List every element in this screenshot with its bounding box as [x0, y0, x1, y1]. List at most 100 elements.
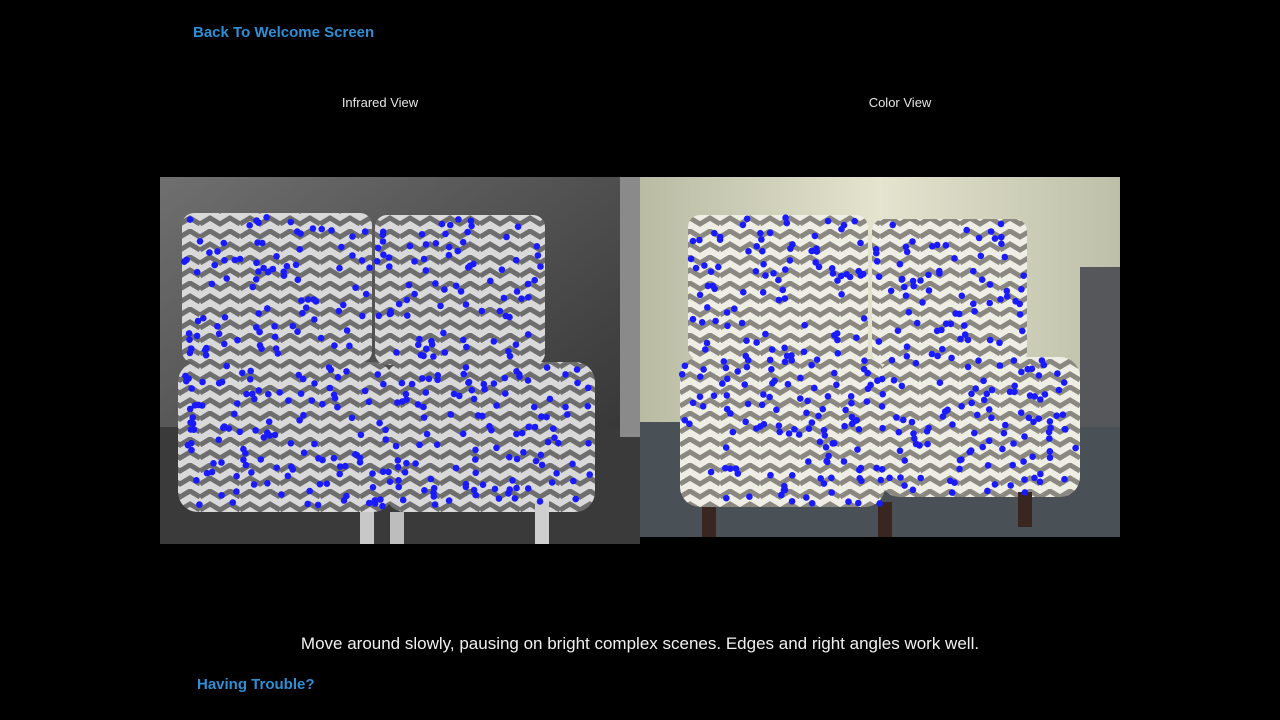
back-to-welcome-link[interactable]: Back To Welcome Screen [193, 24, 374, 41]
feature-point [586, 471, 593, 478]
feature-point [979, 443, 986, 451]
feature-point [300, 411, 307, 419]
feature-point [420, 403, 427, 411]
feature-point [387, 308, 394, 315]
infrared-image [160, 177, 640, 544]
feature-point [1061, 475, 1068, 483]
feature-point [855, 499, 862, 507]
feature-point [789, 241, 796, 248]
feature-point [743, 337, 750, 344]
feature-point [722, 364, 730, 372]
feature-point [782, 214, 789, 221]
feature-point [951, 255, 958, 262]
feature-point [845, 498, 852, 506]
feature-point [878, 375, 886, 383]
feature-point [1003, 287, 1011, 295]
feature-point [395, 300, 403, 308]
feature-point [430, 493, 438, 500]
feature-point [412, 460, 419, 467]
feature-point [998, 233, 1005, 241]
feature-point [229, 499, 237, 506]
feature-point [1026, 392, 1034, 399]
feature-point [294, 276, 302, 284]
feature-point [498, 266, 506, 273]
feature-point [781, 344, 788, 352]
feature-point [1010, 357, 1018, 364]
feature-point [382, 426, 389, 434]
feature-point [427, 475, 435, 483]
feature-point [490, 338, 498, 345]
feature-point [971, 429, 978, 437]
feature-point [912, 359, 920, 367]
color-image [640, 177, 1120, 537]
feature-point [503, 233, 510, 241]
feature-point [196, 238, 204, 245]
feature-point [784, 380, 792, 388]
feature-point [423, 430, 431, 438]
feature-point [853, 334, 860, 341]
feature-point [925, 271, 932, 279]
feature-point [781, 358, 789, 366]
feature-point [380, 251, 387, 258]
feature-point [902, 292, 910, 299]
feature-point [221, 257, 228, 264]
feature-point [299, 309, 306, 317]
feature-point [193, 477, 200, 484]
feature-point [411, 258, 418, 265]
feature-point [296, 246, 303, 253]
feature-point [1012, 298, 1019, 305]
feature-point [234, 400, 241, 407]
feature-point [441, 349, 449, 356]
feature-point [996, 362, 1004, 369]
feature-point [828, 265, 836, 272]
feature-point [445, 243, 453, 251]
having-trouble-link[interactable]: Having Trouble? [197, 676, 315, 693]
feature-point [970, 300, 977, 308]
feature-point [842, 406, 849, 414]
feature-point [1024, 365, 1031, 373]
feature-point [193, 268, 201, 276]
feature-point [811, 232, 819, 240]
feature-point [889, 221, 896, 229]
feature-point [851, 217, 858, 225]
feature-point [1030, 418, 1037, 426]
feature-point [214, 323, 221, 330]
feature-point [223, 362, 230, 370]
feature-point [704, 282, 712, 290]
feature-point [957, 335, 964, 343]
feature-point [757, 423, 764, 430]
feature-point [248, 469, 255, 476]
feature-point [830, 440, 838, 447]
feature-point [699, 403, 707, 410]
feature-point [553, 470, 560, 477]
feature-point [415, 341, 422, 349]
feature-point [692, 264, 700, 272]
feature-point [801, 321, 808, 329]
feature-point [816, 438, 824, 446]
feature-point [967, 447, 975, 454]
feature-point [352, 451, 359, 458]
feature-point [326, 384, 334, 392]
feature-point [253, 217, 260, 224]
feature-point [574, 379, 581, 387]
feature-point [873, 249, 880, 257]
feature-point [846, 273, 854, 281]
feature-point [1072, 444, 1079, 452]
feature-point [531, 403, 538, 411]
feature-point [263, 214, 270, 221]
feature-point [970, 267, 977, 275]
feature-point [1037, 470, 1044, 478]
feature-point [727, 465, 734, 473]
feature-point [374, 371, 382, 378]
feature-point [716, 236, 724, 243]
feature-point [729, 428, 737, 436]
feature-point [231, 256, 239, 264]
feature-point [445, 251, 453, 259]
feature-point [506, 486, 513, 493]
feature-point [233, 488, 240, 495]
feature-point [1011, 388, 1018, 396]
feature-point [908, 418, 916, 426]
feature-point [828, 474, 835, 482]
feature-point [752, 268, 760, 275]
feature-point [991, 481, 999, 488]
